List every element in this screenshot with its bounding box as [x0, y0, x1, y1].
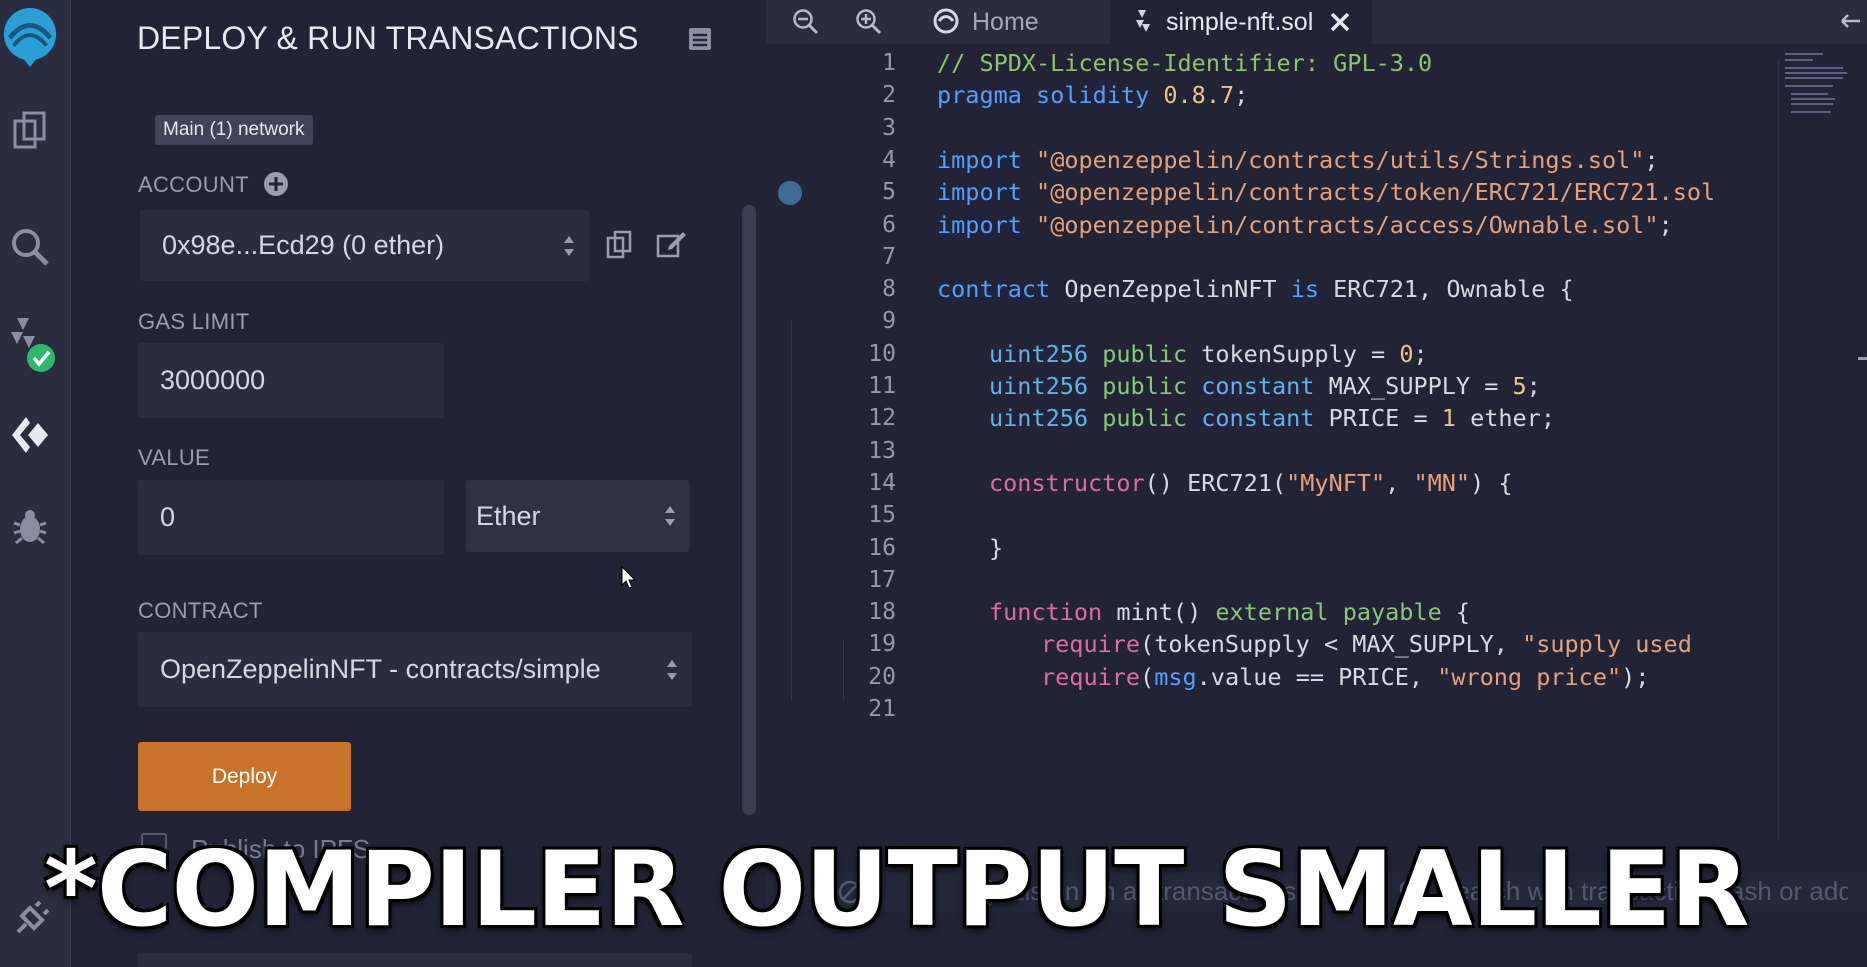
scroll-marker [1858, 357, 1867, 360]
line-number: 7 [882, 243, 896, 270]
edit-signature-icon[interactable] [655, 228, 687, 265]
code-line: uint256 public constant PRICE = 1 ether; [989, 404, 1555, 433]
line-number: 8 [882, 276, 896, 303]
deploy-run-icon[interactable] [0, 410, 60, 460]
account-select[interactable]: 0x98e...Ecd29 (0 ether) [140, 210, 589, 281]
line-number: 21 [868, 696, 896, 722]
line-number: 3 [882, 114, 896, 141]
gas-limit-input[interactable]: 3000000 [138, 343, 444, 418]
code-line: pragma solidity 0.8.7; [937, 81, 1249, 110]
indent-guide [791, 320, 792, 700]
line-number: 17 [868, 566, 896, 593]
select-arrows-icon [564, 235, 574, 256]
tab-simple-nft[interactable]: simple-nft.sol [1110, 0, 1372, 44]
video-caption: *COMPILER OUTPUT SMALLER [44, 830, 1750, 950]
file-explorer-icon[interactable] [0, 105, 60, 155]
value-unit: Ether [476, 500, 541, 531]
line-number: 2 [882, 82, 896, 109]
code-line: import "@openzeppelin/contracts/utils/St… [937, 145, 1659, 174]
code-line: // SPDX-License-Identifier: GPL-3.0 [937, 49, 1433, 77]
value-unit-select[interactable]: Ether [466, 480, 690, 552]
icon-rail [0, 0, 71, 967]
zoom-in-icon[interactable] [855, 8, 883, 41]
code-line: contract OpenZeppelinNFT is ERC721, Owna… [937, 275, 1574, 304]
minimap[interactable] [1783, 50, 1858, 120]
value-label: VALUE [138, 445, 211, 470]
line-number: 10 [868, 340, 896, 367]
tab-home[interactable]: Home [930, 0, 1100, 44]
code-line: function mint() external payable { [989, 598, 1471, 627]
code-line: } [989, 533, 1004, 562]
zoom-out-icon[interactable] [792, 8, 820, 41]
contract-value: OpenZeppelinNFT - contracts/simple [160, 654, 601, 684]
panel-toggle-icon[interactable] [1838, 8, 1864, 39]
tab-home-label: Home [972, 7, 1039, 36]
remix-logo-icon[interactable] [0, 2, 60, 72]
solidity-compiler-icon[interactable] [0, 312, 60, 378]
mouse-cursor-icon [621, 565, 637, 595]
code-line: uint256 public tokenSupply = 0; [989, 339, 1428, 368]
copy-icon[interactable] [605, 230, 633, 265]
breakpoint-marker[interactable] [778, 181, 802, 205]
line-number: 13 [868, 437, 896, 464]
line-number: 14 [868, 469, 896, 496]
deploy-button[interactable]: Deploy [138, 742, 351, 811]
line-number: 19 [868, 631, 896, 658]
code-line: constructor() ERC721("MyNFT", "MN") { [989, 468, 1513, 497]
contract-select[interactable]: OpenZeppelinNFT - contracts/simple [138, 632, 692, 707]
search-icon[interactable] [0, 222, 60, 272]
line-number: 1 [882, 50, 896, 76]
code-line: require(tokenSupply < MAX_SUPPLY, "suppl… [1041, 630, 1692, 659]
line-number: 5 [882, 179, 896, 206]
contract-label: CONTRACT [138, 598, 263, 623]
add-account-icon[interactable] [262, 170, 290, 203]
editor-area: Home simple-nft.sol 1 // SPDX-License-Ide… [766, 0, 1867, 967]
tab-simple-nft-label: simple-nft.sol [1166, 7, 1314, 36]
solidity-icon [1136, 10, 1150, 32]
line-number: 16 [868, 534, 896, 561]
code-line: require(msg.value == PRICE, "wrong price… [1041, 662, 1650, 691]
line-number: 12 [868, 405, 896, 432]
network-badge: Main (1) network [155, 115, 313, 145]
code-line: uint256 public constant MAX_SUPPLY = 5; [989, 372, 1541, 400]
gas-limit-label: GAS LIMIT [138, 309, 250, 334]
panel-scrollbar[interactable] [742, 205, 756, 815]
at-address-row [138, 953, 692, 967]
line-number: 20 [868, 663, 896, 690]
select-arrows-icon [665, 506, 675, 526]
panel-title: DEPLOY & RUN TRANSACTIONS [137, 20, 639, 56]
account-label: ACCOUNT [138, 172, 249, 197]
line-number: 6 [882, 211, 896, 238]
select-arrows-icon [667, 659, 677, 680]
indent-guide [843, 640, 844, 700]
tab-bar: Home simple-nft.sol [766, 0, 1867, 44]
code-line: import "@openzeppelin/contracts/access/O… [937, 210, 1673, 239]
line-number: 15 [868, 502, 896, 529]
debugger-icon[interactable] [0, 502, 60, 552]
line-number: 4 [882, 146, 896, 173]
code-line: import "@openzeppelin/contracts/token/ER… [937, 178, 1716, 207]
account-value: 0x98e...Ecd29 (0 ether) [162, 230, 445, 260]
documentation-icon[interactable] [687, 26, 713, 57]
deploy-run-panel: DEPLOY & RUN TRANSACTIONS Main (1) netwo… [71, 0, 765, 967]
value-input[interactable]: 0 [138, 480, 444, 555]
close-icon[interactable] [1329, 11, 1351, 33]
remix-logo-icon [933, 8, 959, 34]
line-number: 9 [882, 308, 896, 335]
minimap-divider [1778, 60, 1779, 840]
line-number: 11 [868, 373, 896, 399]
line-number: 18 [868, 599, 896, 626]
